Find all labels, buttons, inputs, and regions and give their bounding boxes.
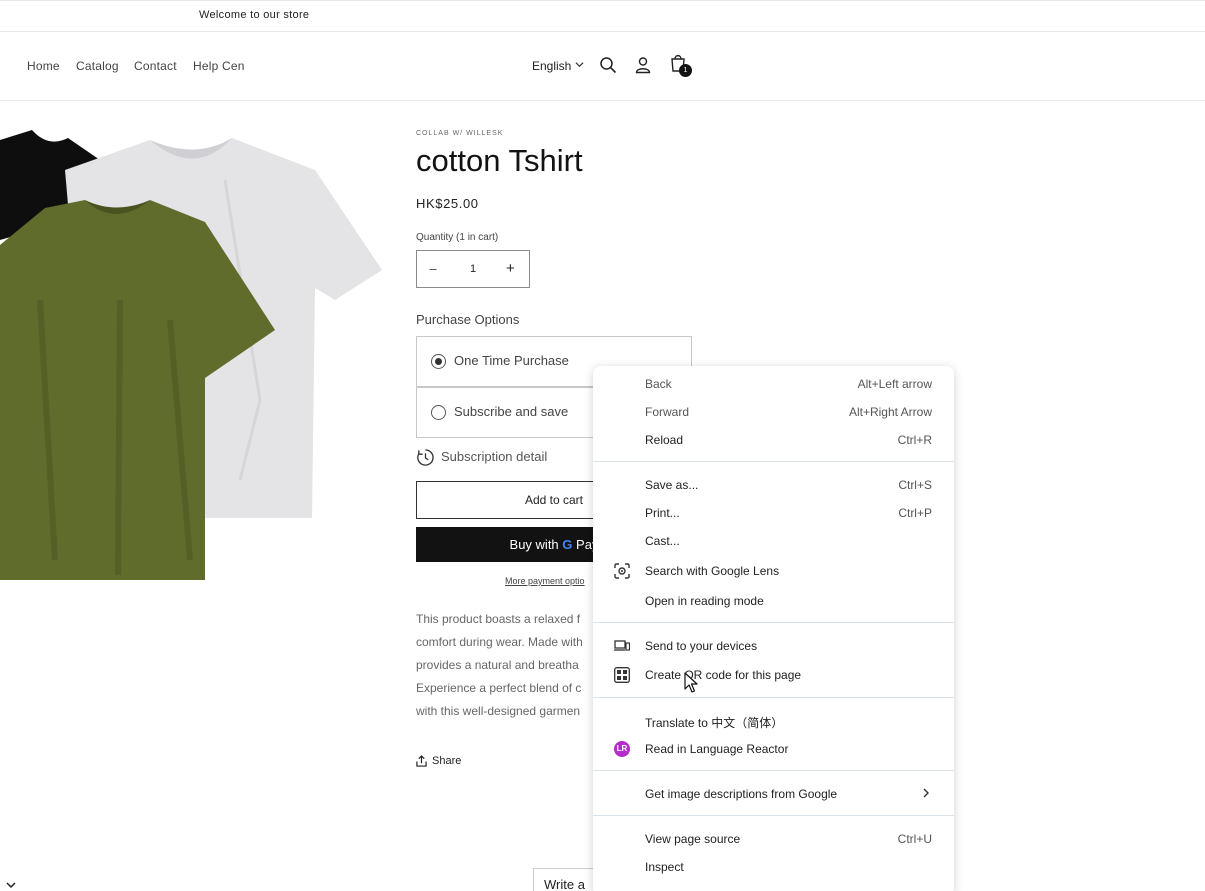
description-line: This product boasts a relaxed f (416, 612, 581, 626)
description-line: comfort during wear. Made with (416, 635, 583, 649)
share-icon (416, 755, 427, 767)
menu-item-qr-code[interactable]: Create QR code for this page (593, 661, 954, 689)
menu-item-shortcut: Alt+Left arrow (857, 377, 932, 391)
quantity-input[interactable]: 1 (470, 263, 476, 275)
menu-item-google-lens[interactable]: Search with Google Lens (593, 557, 954, 585)
menu-item-view-source[interactable]: View page source Ctrl+U (593, 825, 954, 853)
menu-item-inspect[interactable]: Inspect (593, 853, 954, 881)
menu-item-forward[interactable]: Forward Alt+Right Arrow (593, 398, 954, 426)
product-image[interactable] (0, 118, 385, 588)
product-price: HK$25.00 (416, 196, 479, 211)
menu-item-label: View page source (645, 832, 741, 846)
menu-item-label: Save as... (645, 478, 699, 492)
menu-item-reading-mode[interactable]: Open in reading mode (593, 587, 954, 615)
cart-count-badge: 1 (679, 64, 692, 77)
account-icon[interactable] (634, 56, 652, 74)
menu-item-image-descriptions[interactable]: Get image descriptions from Google (593, 780, 954, 808)
chevron-down-icon[interactable] (6, 880, 16, 890)
nav-help-center[interactable]: Help Cen (193, 59, 245, 73)
quantity-increase-button[interactable]: + (506, 260, 515, 277)
product-vendor: COLLAB W/ WILLESK (416, 130, 504, 137)
share-button[interactable]: Share (416, 755, 461, 770)
option-label: One Time Purchase (454, 353, 569, 368)
menu-item-label: Open in reading mode (645, 594, 764, 608)
menu-item-label: Translate to 中文（简体） (645, 716, 784, 730)
quantity-label: Quantity (1 in cart) (416, 232, 499, 243)
menu-item-shortcut: Ctrl+U (897, 832, 932, 846)
menu-item-send-to-devices[interactable]: Send to your devices (593, 632, 954, 660)
radio-unselected-icon[interactable] (431, 405, 446, 420)
menu-item-label: Reload (645, 433, 684, 447)
search-icon[interactable] (599, 56, 617, 74)
menu-item-label: Search with Google Lens (645, 564, 780, 578)
menu-separator (593, 461, 954, 462)
option-label: Subscribe and save (454, 404, 569, 419)
google-g-icon: G (562, 537, 573, 552)
menu-item-label: Print... (645, 506, 680, 520)
description-line: with this well-designed garmen (416, 704, 581, 718)
quantity-stepper: − 1 + (416, 250, 530, 288)
purchase-options-label: Purchase Options (416, 312, 520, 327)
menu-item-shortcut: Ctrl+P (898, 506, 932, 520)
menu-item-label: Send to your devices (645, 639, 758, 653)
menu-separator (593, 622, 954, 623)
browser-context-menu: Back Alt+Left arrow Forward Alt+Right Ar… (593, 366, 954, 891)
clock-icon (417, 449, 434, 466)
site-header: Home Catalog Contact Help Cen English (0, 32, 1205, 101)
menu-item-label: Inspect (645, 860, 684, 874)
menu-item-label: Get image descriptions from Google (645, 787, 838, 801)
menu-item-reload[interactable]: Reload Ctrl+R (593, 426, 954, 454)
announcement-text: Welcome to our store (199, 9, 310, 21)
share-label: Share (432, 755, 462, 767)
menu-item-shortcut: Alt+Right Arrow (848, 405, 932, 419)
subscription-detail-link[interactable]: Subscription detail (416, 448, 547, 470)
announcement-bar: Welcome to our store (0, 0, 1205, 32)
menu-item-cast[interactable]: Cast... (593, 527, 954, 555)
qr-code-icon (614, 667, 630, 683)
subscription-detail-label: Subscription detail (441, 449, 548, 464)
menu-item-translate[interactable]: Translate to 中文（简体） (593, 707, 954, 735)
menu-item-label: Cast... (645, 534, 680, 548)
menu-item-label: Create QR code for this page (645, 668, 802, 682)
menu-item-label: Back (645, 377, 672, 391)
radio-selected-icon[interactable] (431, 354, 446, 369)
menu-item-label: Read in Language Reactor (645, 742, 789, 756)
chevron-right-icon (923, 788, 929, 798)
menu-item-print[interactable]: Print... Ctrl+P (593, 499, 954, 527)
more-payment-options-link[interactable]: More payment optio (505, 576, 585, 586)
quantity-decrease-button[interactable]: − (429, 261, 437, 277)
language-reactor-icon: LR (614, 741, 630, 757)
buy-with-label: Buy with (509, 537, 559, 552)
google-lens-icon (614, 563, 630, 579)
menu-item-save-as[interactable]: Save as... Ctrl+S (593, 471, 954, 499)
menu-item-label: Forward (645, 405, 690, 419)
description-line: provides a natural and breatha (416, 658, 579, 672)
send-to-devices-icon (614, 640, 630, 651)
menu-item-shortcut: Ctrl+S (898, 478, 932, 492)
description-line: Experience a perfect blend of c (416, 681, 582, 695)
nav-catalog[interactable]: Catalog (76, 59, 119, 73)
menu-separator (593, 697, 954, 698)
product-title: cotton Tshirt (416, 143, 583, 178)
language-selector[interactable]: English (532, 59, 571, 73)
menu-separator (593, 815, 954, 816)
product-description: This product boasts a relaxed f comfort … (416, 608, 594, 728)
nav-contact[interactable]: Contact (134, 59, 177, 73)
nav-home[interactable]: Home (27, 59, 60, 73)
menu-item-shortcut: Ctrl+R (897, 433, 932, 447)
menu-item-back[interactable]: Back Alt+Left arrow (593, 370, 954, 398)
menu-separator (593, 770, 954, 771)
mouse-cursor-icon (684, 672, 698, 693)
chevron-down-icon[interactable] (575, 60, 584, 69)
menu-item-language-reactor[interactable]: LR Read in Language Reactor (593, 735, 954, 763)
